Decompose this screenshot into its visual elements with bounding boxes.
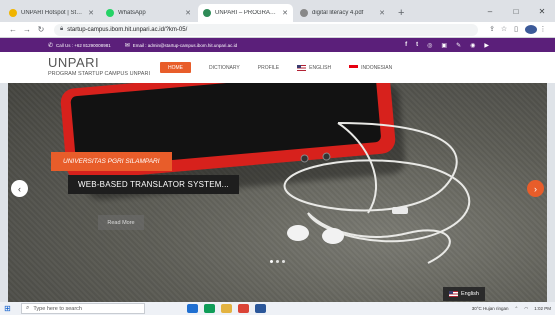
browser-toolbar: ← → ↻ 🔒︎ startup-campus.ibom.hit.unpari.… bbox=[0, 22, 555, 38]
language-label: English bbox=[460, 291, 479, 297]
logo-subtitle: PROGRAM STARTUP CAMPUS UNPARI bbox=[48, 71, 150, 77]
windows-taskbar: ⊞ ⌕ Type here to search 30°C Hujan ringa… bbox=[0, 302, 555, 315]
facebook-icon[interactable]: f bbox=[405, 42, 407, 48]
us-flag-icon bbox=[297, 64, 307, 71]
read-more-button[interactable]: Read More bbox=[98, 215, 144, 230]
address-bar[interactable]: 🔒︎ startup-campus.ibom.hit.unpari.ac.id/… bbox=[54, 23, 478, 36]
slider-dot[interactable] bbox=[270, 260, 273, 263]
menu-item-profile[interactable]: PROFILE bbox=[258, 62, 279, 73]
pinterest-icon[interactable]: ◉ bbox=[470, 42, 475, 49]
slide-caption-institution: UNIVERSITAS PGRI SILAMPARI bbox=[51, 152, 172, 171]
minimize-button[interactable]: – bbox=[477, 7, 503, 16]
twitter-icon[interactable]: t bbox=[416, 42, 418, 48]
tab-title: UNPARI Hotspot | Status bbox=[21, 10, 86, 16]
remote-control bbox=[392, 207, 408, 214]
menu-dots-icon[interactable]: ⋮ bbox=[537, 25, 549, 34]
menu-item-home[interactable]: HOME bbox=[160, 62, 191, 73]
browser-tab-active[interactable]: UNPARI – PROGRAM STARTUP ✕ bbox=[198, 4, 293, 22]
file-explorer-icon[interactable] bbox=[221, 304, 232, 313]
language-switcher[interactable]: English bbox=[442, 287, 485, 301]
slide-caption-title: WEB-BASED TRANSLATOR SYSTEM... bbox=[68, 175, 239, 194]
email-text[interactable]: Email : admin@startup-campus.ibom.hit.un… bbox=[133, 43, 237, 48]
weather-text[interactable]: 30°C Hujan ringan bbox=[472, 306, 509, 311]
site-contact-bar: ✆ Call Us : +62 81290008981 ✉ Email : ad… bbox=[0, 38, 555, 52]
slider-dots bbox=[270, 260, 288, 263]
taskbar-apps bbox=[187, 304, 272, 313]
blog-icon[interactable]: ✎ bbox=[456, 42, 461, 49]
task-view-icon[interactable] bbox=[187, 304, 198, 313]
search-icon: ⌕ bbox=[26, 305, 30, 311]
site-logo[interactable]: UNPARI PROGRAM STARTUP CAMPUS UNPARI bbox=[48, 55, 150, 77]
back-icon[interactable]: ← bbox=[6, 25, 20, 34]
forward-icon[interactable]: → bbox=[20, 25, 34, 34]
taskbar-search-input[interactable]: ⌕ Type here to search bbox=[21, 303, 145, 314]
logo-name: UNPARI bbox=[48, 55, 100, 70]
profile-avatar[interactable] bbox=[525, 25, 537, 34]
tab-favicon-icon bbox=[203, 9, 211, 17]
us-flag-icon bbox=[448, 291, 458, 297]
whatsapp-icon bbox=[106, 9, 114, 17]
bookmark-star-icon[interactable]: ☆ bbox=[498, 25, 510, 34]
word-icon[interactable] bbox=[255, 304, 266, 313]
windows-start-icon[interactable]: ⊞ bbox=[4, 304, 18, 313]
indonesia-flag-icon bbox=[349, 64, 359, 71]
menu-item-label: ENGLISH bbox=[309, 64, 332, 71]
browser-tab[interactable]: WhatsApp ✕ bbox=[101, 4, 196, 22]
reload-icon[interactable]: ↻ bbox=[34, 25, 48, 34]
hero-slider: UNIVERSITAS PGRI SILAMPARI WEB-BASED TRA… bbox=[8, 83, 547, 302]
social-links: f t ◎ ▣ ✎ ◉ ▶ bbox=[396, 38, 489, 52]
site-header: UNPARI PROGRAM STARTUP CAMPUS UNPARI HOM… bbox=[0, 52, 555, 83]
menu-item-english[interactable]: ENGLISH bbox=[297, 62, 331, 73]
slider-next-button[interactable]: › bbox=[527, 180, 544, 197]
youtube-icon[interactable]: ▶ bbox=[484, 42, 489, 49]
tray-chevron-icon[interactable]: ⌃ bbox=[515, 306, 519, 312]
earbud-left bbox=[287, 225, 309, 241]
close-tab-icon[interactable]: ✕ bbox=[185, 9, 191, 17]
instagram-icon[interactable]: ◎ bbox=[427, 42, 432, 49]
maximize-button[interactable]: □ bbox=[503, 7, 529, 16]
window-controls: – □ ✕ bbox=[477, 0, 555, 22]
search-placeholder: Type here to search bbox=[33, 305, 82, 312]
linkedin-icon[interactable]: ▣ bbox=[441, 42, 447, 49]
tab-favicon-icon bbox=[300, 9, 308, 17]
contact-email: ✉ Email : admin@startup-campus.ibom.hit.… bbox=[125, 42, 237, 49]
url-text: startup-campus.ibom.hit.unpari.ac.id/?km… bbox=[67, 26, 188, 33]
close-tab-icon[interactable]: ✕ bbox=[88, 9, 94, 17]
wifi-icon[interactable]: ◠ bbox=[524, 306, 528, 312]
close-tab-icon[interactable]: ✕ bbox=[379, 9, 385, 17]
toolbar-icons: ⇪ ☆ ▯ ⋮ bbox=[486, 25, 549, 34]
menu-item-label: INDONESIAN bbox=[361, 64, 393, 71]
edge-icon[interactable] bbox=[204, 304, 215, 313]
tab-title: WhatsApp bbox=[118, 10, 146, 16]
main-menu: HOME DICTIONARY PROFILE ENGLISH INDONESI… bbox=[160, 62, 410, 73]
browser-tab-strip: UNPARI Hotspot | Status ✕ WhatsApp ✕ UNP… bbox=[0, 0, 555, 22]
system-tray: 30°C Hujan ringan ⌃ ◠ 1:02 PM bbox=[466, 302, 551, 315]
phone-text: Call Us : +62 81290008981 bbox=[56, 42, 111, 48]
email-icon: ✉ bbox=[124, 42, 130, 49]
tab-favicon-icon bbox=[9, 9, 17, 17]
slider-prev-button[interactable]: ‹ bbox=[11, 180, 28, 197]
browser-tab[interactable]: digital literacy 4.pdf ✕ bbox=[295, 4, 390, 22]
contact-phone: ✆ Call Us : +62 81290008981 bbox=[48, 42, 111, 49]
earbud-right bbox=[322, 228, 344, 244]
new-tab-button[interactable]: + bbox=[392, 4, 410, 22]
slider-dot[interactable] bbox=[282, 260, 285, 263]
phone-icon: ✆ bbox=[48, 42, 54, 49]
menu-item-dictionary[interactable]: DICTIONARY bbox=[209, 62, 240, 73]
slider-dot[interactable] bbox=[276, 260, 279, 263]
browser-tab[interactable]: UNPARI Hotspot | Status ✕ bbox=[4, 4, 99, 22]
sidepanel-icon[interactable]: ▯ bbox=[510, 25, 522, 34]
share-icon[interactable]: ⇪ bbox=[486, 25, 498, 34]
menu-item-indonesian[interactable]: INDONESIAN bbox=[349, 62, 392, 73]
clock-text[interactable]: 1:02 PM bbox=[534, 306, 551, 311]
close-window-button[interactable]: ✕ bbox=[529, 7, 555, 16]
tab-title: UNPARI – PROGRAM STARTUP bbox=[215, 10, 279, 16]
tab-title: digital literacy 4.pdf bbox=[312, 10, 364, 16]
close-tab-icon[interactable]: ✕ bbox=[282, 9, 288, 17]
chrome-icon[interactable] bbox=[238, 304, 249, 313]
lock-icon: 🔒︎ bbox=[60, 26, 64, 32]
